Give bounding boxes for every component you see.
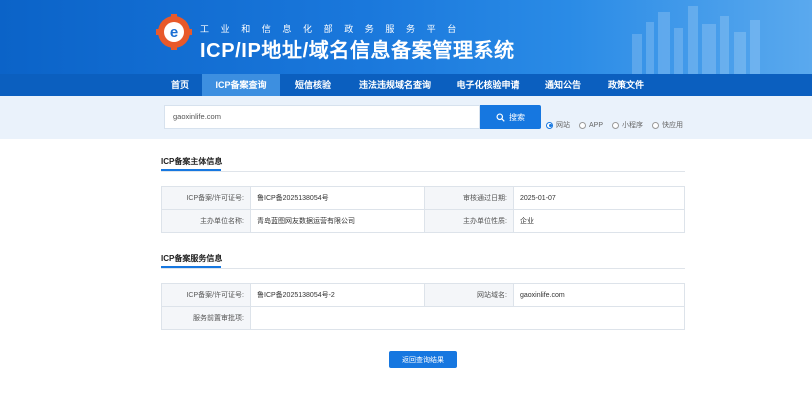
svg-text:e: e — [170, 24, 178, 41]
service-section-rule — [161, 268, 685, 269]
field-value: 青岛蓝图网友数据运营有限公司 — [250, 209, 425, 233]
search-type-option[interactable]: APP — [579, 120, 603, 130]
nav-item[interactable]: 首页 — [158, 74, 202, 96]
field-label: 服务前置审批项: — [161, 306, 251, 330]
ministry-logo-icon: e — [156, 14, 192, 50]
search-button[interactable]: 搜索 — [480, 105, 541, 129]
field-value: 企业 — [513, 209, 685, 233]
table-row: 服务前置审批项: — [161, 306, 685, 330]
subject-section-rule — [161, 171, 685, 172]
search-type-radios: 网站 APP 小程序 快应用 — [546, 120, 683, 130]
nav-item[interactable]: 电子化核验申请 — [444, 74, 532, 96]
field-label: 审核通过日期: — [424, 186, 514, 210]
field-value: gaoxinlife.com — [513, 283, 685, 307]
nav-item[interactable]: 短信核验 — [280, 74, 346, 96]
search-band: gaoxinlife.com 搜索 — [0, 96, 812, 139]
subject-info-table: ICP备案/许可证号: 鲁ICP备2025138054号 审核通过日期: 202… — [161, 186, 685, 233]
field-label: 主办单位名称: — [161, 209, 251, 233]
page-title: ICP/IP地址/域名信息备案管理系统 — [200, 40, 515, 62]
search-type-option[interactable]: 网站 — [546, 120, 570, 130]
field-label: ICP备案/许可证号: — [161, 283, 251, 307]
search-type-label: 快应用 — [662, 122, 684, 129]
search-button-label: 搜索 — [509, 112, 525, 122]
nav-item[interactable]: 违法违规域名查询 — [346, 74, 444, 96]
header-banner: e 工业和信息化部政务服务平台 ICP/IP地址/域名信息备案管理系统 — [0, 0, 812, 74]
back-to-results-button[interactable]: 返回查询结果 — [389, 351, 457, 368]
search-type-label: 网站 — [556, 122, 570, 129]
skyline-graphic — [632, 6, 760, 74]
main-nav: 首页 ICP备案查询 短信核验 违法违规域名查询 电子化核验申请 通知公告 政策文件 — [0, 74, 812, 96]
search-type-option[interactable]: 快应用 — [652, 120, 683, 130]
radio-icon[interactable] — [612, 121, 620, 129]
nav-item[interactable]: ICP备案查询 — [202, 74, 280, 96]
table-row: 主办单位名称: 青岛蓝图网友数据运营有限公司 主办单位性质: 企业 — [161, 209, 685, 233]
radio-icon[interactable] — [652, 121, 660, 129]
search-icon — [496, 112, 505, 122]
field-value: 鲁ICP备2025138054号-2 — [250, 283, 425, 307]
search-type-option[interactable]: 小程序 — [612, 120, 643, 130]
nav-items: 首页 ICP备案查询 短信核验 违法违规域名查询 电子化核验申请 通知公告 政策文件 — [158, 74, 658, 96]
field-value: 鲁ICP备2025138054号 — [250, 186, 425, 210]
search-input[interactable]: gaoxinlife.com — [164, 105, 480, 129]
table-row: ICP备案/许可证号: 鲁ICP备2025138054号-2 网站域名: gao… — [161, 283, 685, 307]
nav-item[interactable]: 政策文件 — [594, 74, 658, 96]
search-type-label: APP — [589, 121, 604, 129]
table-row: ICP备案/许可证号: 鲁ICP备2025138054号 审核通过日期: 202… — [161, 186, 685, 210]
service-info-table: ICP备案/许可证号: 鲁ICP备2025138054号-2 网站域名: gao… — [161, 283, 685, 330]
nav-item[interactable]: 通知公告 — [532, 74, 594, 96]
field-value — [250, 306, 685, 330]
field-label: 网站域名: — [424, 283, 514, 307]
radio-icon[interactable] — [546, 121, 553, 129]
radio-icon[interactable] — [579, 121, 586, 129]
field-label: ICP备案/许可证号: — [161, 186, 251, 210]
field-value: 2025-01-07 — [513, 186, 685, 210]
service-section-title: ICP备案服务信息 — [161, 254, 223, 263]
field-label: 主办单位性质: — [424, 209, 514, 233]
subject-section-title: ICP备案主体信息 — [161, 157, 223, 166]
search-type-label: 小程序 — [622, 122, 644, 129]
